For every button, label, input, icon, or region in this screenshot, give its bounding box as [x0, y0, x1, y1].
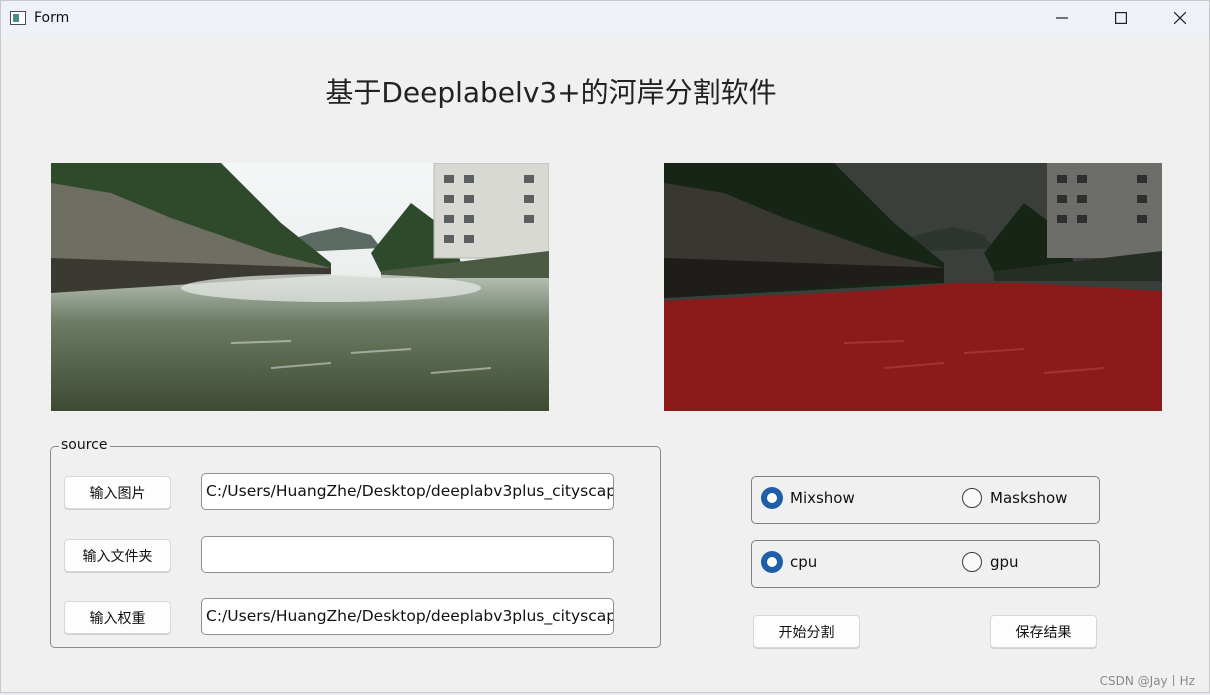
input-folder-button[interactable]: 输入文件夹 — [64, 539, 171, 572]
maximize-button[interactable] — [1092, 1, 1150, 35]
close-icon — [1174, 12, 1186, 24]
image-path-input[interactable]: C:/Users/HuangZhe/Desktop/deeplabv3plus_… — [201, 473, 614, 510]
radio-selected-icon — [762, 552, 782, 572]
start-segmentation-button[interactable]: 开始分割 — [753, 615, 860, 648]
window-title: Form — [34, 10, 70, 26]
input-weights-button[interactable]: 输入权重 — [64, 601, 171, 634]
mixshow-label: Mixshow — [790, 489, 855, 507]
mixshow-radio[interactable]: Mixshow — [762, 488, 855, 508]
source-groupbox-legend: source — [59, 437, 110, 453]
weights-path-input[interactable]: C:/Users/HuangZhe/Desktop/deeplabv3plus_… — [201, 598, 614, 635]
maskshow-radio[interactable]: Maskshow — [962, 488, 1067, 508]
folder-path-input[interactable] — [201, 536, 614, 573]
radio-selected-icon — [762, 488, 782, 508]
gpu-radio[interactable]: gpu — [962, 552, 1019, 572]
maskshow-label: Maskshow — [990, 489, 1068, 507]
cpu-label: cpu — [790, 553, 818, 571]
save-result-button[interactable]: 保存结果 — [990, 615, 1097, 648]
radio-unselected-icon — [962, 488, 982, 508]
app-window: Form 基于Deeplabelv3+的河岸分割软件 source 输入图片 C… — [0, 0, 1210, 693]
close-button[interactable] — [1151, 1, 1209, 35]
minimize-icon — [1056, 17, 1068, 19]
result-image-display — [664, 163, 1162, 411]
source-image-display — [51, 163, 549, 411]
title-bar[interactable]: Form — [1, 1, 1209, 37]
radio-unselected-icon — [962, 552, 982, 572]
page-title: 基于Deeplabelv3+的河岸分割软件 — [325, 76, 777, 109]
maximize-icon — [1115, 12, 1127, 24]
form-window-icon — [10, 11, 26, 25]
minimize-button[interactable] — [1033, 1, 1091, 35]
gpu-label: gpu — [990, 553, 1019, 571]
input-image-button[interactable]: 输入图片 — [64, 476, 171, 509]
cpu-radio[interactable]: cpu — [762, 552, 817, 572]
watermark-text: CSDN @Jay丨Hz — [1099, 674, 1195, 688]
